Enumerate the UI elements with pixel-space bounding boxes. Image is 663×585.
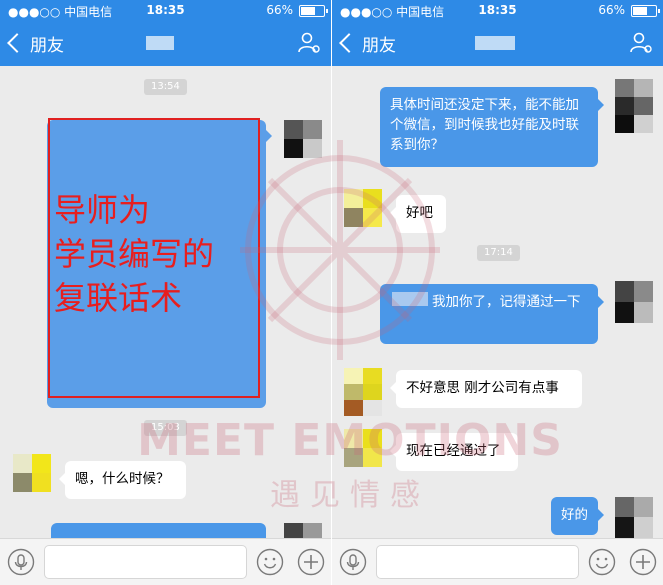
message-text: 好吧 [406, 205, 433, 221]
battery-percent: 66% [266, 3, 293, 17]
emoji-icon[interactable] [256, 548, 284, 576]
back-button[interactable]: 朋友 [6, 29, 64, 57]
back-button[interactable]: 朋友 [338, 29, 396, 57]
avatar[interactable] [615, 497, 653, 538]
message-bubble[interactable]: 嗯，什么时候？ [59, 461, 186, 499]
avatar[interactable] [615, 281, 653, 323]
overlay-line: 导师为 [54, 191, 151, 229]
back-label: 朋友 [362, 35, 396, 56]
status-bar: ●●●○○ 中国电信 18:35 66% [0, 0, 331, 20]
back-label: 朋友 [30, 35, 64, 56]
message-text: 我加你了，记得通过一下 [432, 294, 581, 310]
timestamp: 17:14 [477, 245, 520, 261]
overlay-line: 学员编写的 [54, 235, 215, 273]
message-text: 好的 [561, 507, 588, 523]
voice-icon[interactable] [7, 548, 35, 576]
profile-settings-icon[interactable] [297, 31, 321, 55]
chevron-left-icon [7, 33, 27, 53]
plus-icon[interactable] [297, 548, 325, 576]
message-bubble[interactable]: 好吧 [390, 195, 446, 233]
battery-percent: 66% [598, 3, 625, 17]
avatar[interactable] [615, 79, 653, 133]
message-input[interactable] [376, 545, 579, 579]
timestamp: 13:54 [144, 79, 187, 95]
battery-icon [631, 5, 660, 17]
contact-name-pixelated [146, 36, 174, 50]
watermark-text: MEET EMOTIONS [137, 415, 563, 466]
message-bubble[interactable]: 不好意思 刚才公司有点事 [390, 370, 582, 408]
message-bubble[interactable]: 具体时间还没定下来，能不能加个微信，到时候我也好能及时联系到你？ [380, 87, 604, 167]
overlay-line: 复联话术 [54, 279, 183, 317]
message-text: 嗯，什么时候？ [75, 471, 170, 487]
voice-icon[interactable] [339, 548, 367, 576]
watermark-text-cn: 遇见情感 [270, 478, 430, 513]
overlay-annotation: 导师为 学员编写的 复联话术 [54, 188, 264, 320]
input-bar [332, 538, 663, 585]
status-bar: ●●●○○ 中国电信 18:35 66% [332, 0, 663, 20]
chevron-left-icon [339, 33, 359, 53]
input-bar [0, 538, 331, 585]
message-text: 不好意思 刚才公司有点事 [406, 380, 559, 396]
message-bubble[interactable]: 好的 [551, 497, 604, 535]
contact-name-pixelated [475, 36, 515, 50]
avatar[interactable] [284, 523, 322, 538]
avatar[interactable] [344, 368, 382, 416]
battery-icon [299, 5, 328, 17]
profile-settings-icon[interactable] [629, 31, 653, 55]
avatar[interactable] [344, 189, 382, 227]
pixelated-name [392, 292, 428, 306]
avatar[interactable] [13, 454, 51, 492]
avatar[interactable] [284, 120, 322, 158]
plus-icon[interactable] [629, 548, 657, 576]
emoji-icon[interactable] [588, 548, 616, 576]
message-input[interactable] [44, 545, 247, 579]
message-text: 具体时间还没定下来，能不能加个微信，到时候我也好能及时联系到你？ [390, 97, 579, 153]
nav-bar: 朋友 [332, 20, 663, 66]
nav-bar: 朋友 [0, 20, 331, 66]
